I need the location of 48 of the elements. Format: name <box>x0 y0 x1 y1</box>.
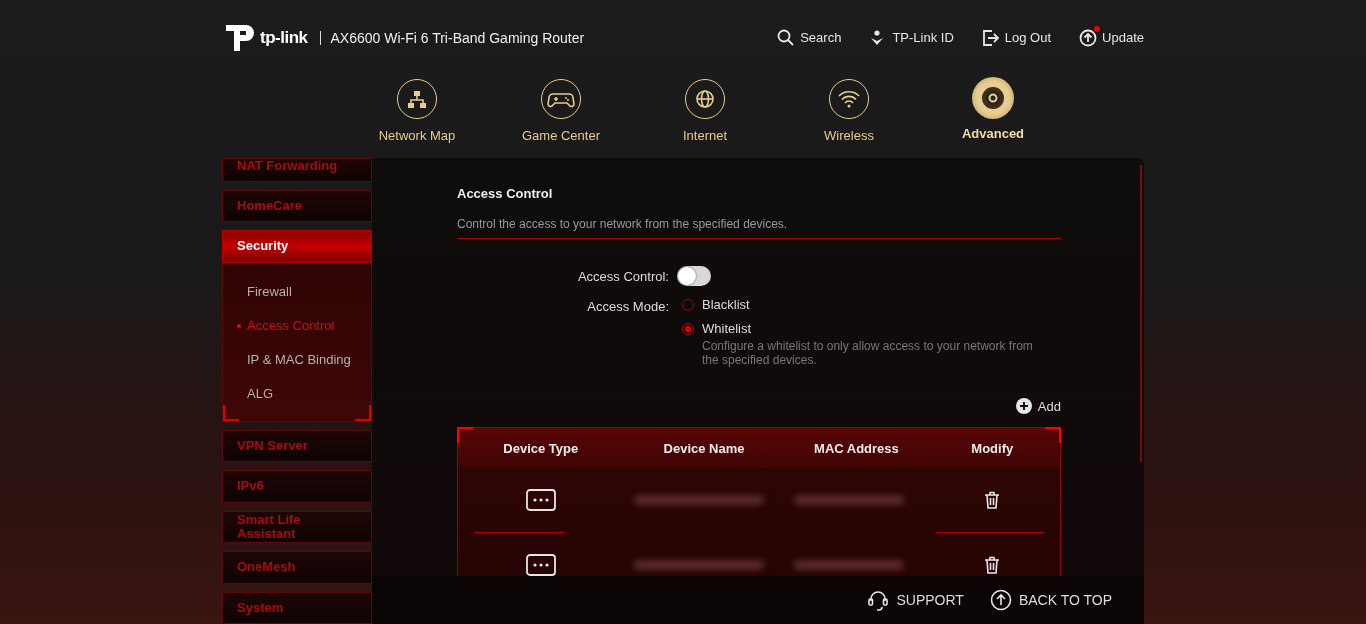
field-label: Access Mode: <box>586 298 670 314</box>
header-logout-button[interactable]: Log Out <box>981 28 1052 47</box>
submenu-item[interactable]: Firewall <box>247 284 292 300</box>
headset-icon <box>867 589 890 611</box>
back-to-top-link[interactable]: BACK TO TOP <box>989 589 1112 611</box>
hint-text: Configure a whitelist to only allow access to your network from the specified devices. <box>702 339 1034 367</box>
add-button[interactable]: Add <box>1015 398 1061 414</box>
bullet-icon <box>237 323 241 328</box>
search-icon <box>777 28 796 47</box>
delete-button[interactable] <box>984 491 1001 509</box>
logout-icon <box>981 28 1000 47</box>
device-icon <box>525 489 556 511</box>
plus-icon <box>1015 398 1032 414</box>
corner-bracket <box>1045 427 1061 443</box>
scrollbar[interactable] <box>1140 165 1142 462</box>
nav-tab[interactable]: Advanced <box>921 75 1065 158</box>
header-update-button[interactable]: Update <box>1079 28 1144 47</box>
radio-label[interactable]: Blacklist <box>702 297 750 312</box>
toggle-switch[interactable] <box>677 266 711 286</box>
corner-bracket <box>457 427 473 443</box>
field-label: Access Control: <box>576 268 670 284</box>
radio-label[interactable]: Whitelist <box>702 321 752 336</box>
column-header: Device Type <box>502 440 580 456</box>
column-header: Device Name <box>662 440 746 456</box>
radio-button[interactable] <box>682 322 694 335</box>
nav-tab[interactable]: Game Center <box>489 75 633 158</box>
product-name: AX6600 Wi-Fi 6 Tri-Band Gaming Router <box>330 29 585 46</box>
header-id-button[interactable]: TP-Link ID <box>869 28 954 47</box>
nav-tab[interactable]: Wireless <box>777 75 921 158</box>
delete-button[interactable] <box>984 556 1001 574</box>
section-title: Access Control <box>457 186 554 201</box>
column-header: Modify <box>970 440 1015 456</box>
column-header: MAC Address <box>813 440 900 456</box>
submenu-item[interactable]: IP & MAC Binding <box>247 352 351 368</box>
update-icon <box>1079 28 1098 47</box>
submenu-item[interactable]: ALG <box>247 386 273 402</box>
trash-icon <box>984 491 1001 509</box>
nav-tab[interactable]: Network Map <box>345 75 489 158</box>
trash-icon <box>984 556 1001 574</box>
arrow-up-icon <box>989 589 1012 611</box>
logo-text: tp-link <box>260 27 308 48</box>
support-link[interactable]: SUPPORT <box>867 589 964 611</box>
device-icon <box>525 554 556 576</box>
sidebar-item[interactable]: Security <box>222 230 372 263</box>
header-search-button[interactable]: Search <box>777 28 842 47</box>
nav-tab[interactable]: Internet <box>633 75 777 158</box>
corner-bracket <box>223 404 239 421</box>
section-description: Control the access to your network from the specified devices. <box>457 217 1061 239</box>
